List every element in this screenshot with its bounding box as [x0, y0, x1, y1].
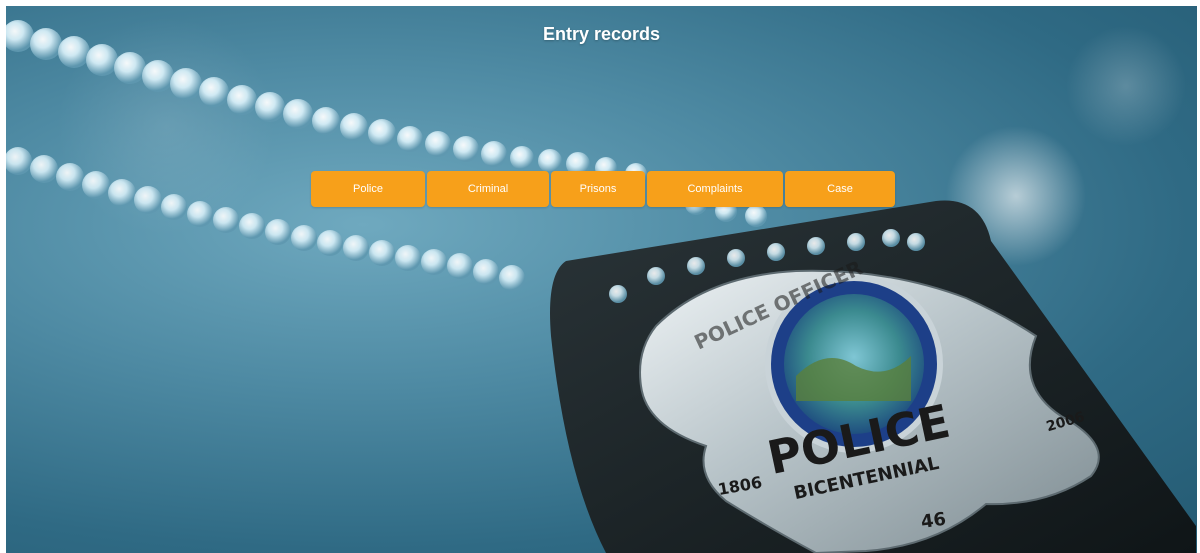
complaints-button[interactable]: Complaints: [647, 171, 783, 207]
entry-nav: Police Criminal Prisons Complaints Case: [311, 171, 895, 207]
case-button[interactable]: Case: [785, 171, 895, 207]
svg-text:46: 46: [920, 509, 948, 533]
page-title: Entry records: [542, 24, 661, 44]
police-button[interactable]: Police: [311, 171, 425, 207]
prisons-button[interactable]: Prisons: [551, 171, 645, 207]
app-frame: POLICE BICENTENNIAL 1806 2006 46 POLICE …: [6, 6, 1197, 553]
background-photo: POLICE BICENTENNIAL 1806 2006 46 POLICE …: [6, 16, 1196, 553]
criminal-button[interactable]: Criminal: [427, 171, 549, 207]
